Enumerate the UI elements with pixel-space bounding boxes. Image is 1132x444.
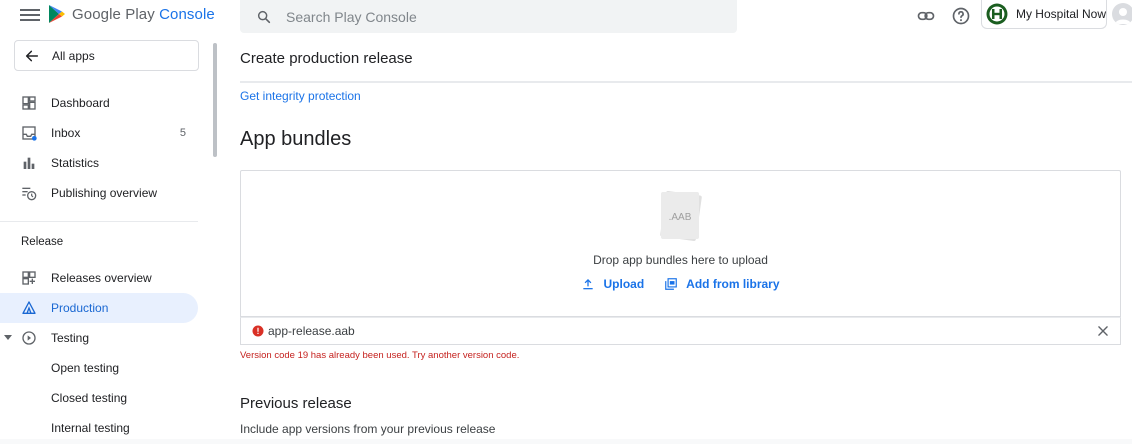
title-divider <box>240 81 1132 83</box>
bottom-scroll-edge <box>0 439 1132 444</box>
bar-chart-icon <box>23 157 35 169</box>
library-icon <box>665 278 677 290</box>
dashboard-icon <box>22 96 36 110</box>
production-icon <box>22 301 36 314</box>
sidebar-item-closed-testing[interactable]: Closed testing <box>0 383 198 413</box>
add-from-library-label: Add from library <box>686 277 780 291</box>
play-console-logo[interactable]: Google Play Console <box>48 4 215 24</box>
developer-logo-icon <box>986 3 1008 25</box>
inbox-icon <box>22 126 37 141</box>
page-title: Create production release <box>240 50 413 67</box>
expand-caret-icon[interactable] <box>4 335 12 340</box>
sidebar-item-label: Statistics <box>51 156 100 170</box>
previous-release-heading: Previous release <box>240 395 352 412</box>
publishing-icon <box>22 187 37 201</box>
drop-instructions: Drop app bundles here to upload <box>593 253 768 267</box>
arrow-back-icon <box>25 50 39 61</box>
upload-icon <box>583 279 594 290</box>
error-message: Version code 19 has already been used. T… <box>240 350 520 361</box>
drop-actions: Upload Add from library <box>241 277 1120 291</box>
add-from-library-button[interactable]: Add from library <box>664 277 780 291</box>
main-menu-button[interactable] <box>20 6 40 26</box>
upload-button[interactable]: Upload <box>581 277 644 291</box>
aab-file-icon: .AAB <box>660 190 702 242</box>
testing-icon <box>22 331 36 345</box>
developer-name: My Hospital Now <box>1015 7 1106 21</box>
account-avatar[interactable] <box>1112 3 1132 25</box>
sidebar-section-release: Release <box>21 236 64 248</box>
all-apps-button[interactable]: All apps <box>14 40 199 71</box>
sidebar-item-label: Publishing overview <box>51 186 158 200</box>
sidebar-item-label: Dashboard <box>51 96 110 110</box>
brand-name-console: Console <box>159 5 215 23</box>
developer-account-chip[interactable]: My Hospital Now <box>981 0 1107 29</box>
menu-icon-bar <box>20 14 40 16</box>
sidebar-item-label: Internal testing <box>51 421 130 435</box>
previous-release-description: Include app versions from your previous … <box>240 422 496 436</box>
app-bundles-heading: App bundles <box>240 128 352 150</box>
help-icon[interactable] <box>951 6 971 26</box>
close-icon[interactable] <box>1096 324 1110 338</box>
sidebar-scrollbar[interactable] <box>213 43 217 157</box>
brand-name-google-play: Google Play <box>72 5 155 23</box>
sidebar-item-inbox[interactable]: Inbox 5 <box>0 118 198 148</box>
sidebar-item-production[interactable]: Production <box>0 293 198 323</box>
sidebar-item-label: Production <box>51 301 109 315</box>
sidebar-item-open-testing[interactable]: Open testing <box>0 353 198 383</box>
sidebar-item-publishing-overview[interactable]: Publishing overview <box>0 178 198 208</box>
aab-file-label: .AAB <box>669 212 692 223</box>
sidebar-item-label: Closed testing <box>51 391 128 405</box>
releases-overview-icon <box>22 271 36 285</box>
brand-name: Google Play Console <box>72 6 215 23</box>
sidebar-divider <box>0 221 198 222</box>
sidebar-item-releases-overview[interactable]: Releases overview <box>0 263 198 293</box>
search-bar[interactable] <box>240 0 737 33</box>
search-icon <box>257 10 271 23</box>
sidebar-item-testing[interactable]: Testing <box>0 323 198 353</box>
sidebar-item-label: Releases overview <box>51 271 152 285</box>
inbox-count-badge: 5 <box>179 127 186 139</box>
menu-icon-bar <box>20 19 40 21</box>
uploaded-file-row: app-release.aab <box>240 317 1121 345</box>
sidebar-item-dashboard[interactable]: Dashboard <box>0 88 198 118</box>
error-icon <box>252 325 264 337</box>
bundle-drop-zone[interactable]: .AAB Drop app bundles here to upload Upl… <box>240 170 1121 317</box>
search-input[interactable] <box>286 8 686 25</box>
integrity-protection-link[interactable]: Get integrity protection <box>240 89 361 103</box>
all-apps-label: All apps <box>52 48 95 63</box>
sidebar-item-label: Open testing <box>51 361 120 375</box>
file-name: app-release.aab <box>268 324 355 338</box>
sidebar-item-label: Inbox <box>51 126 81 140</box>
link-icon[interactable] <box>916 6 936 26</box>
avatar-icon <box>1115 8 1131 24</box>
play-logo-icon <box>49 5 65 23</box>
menu-icon-bar <box>20 9 40 11</box>
sidebar-item-label: Testing <box>51 331 90 345</box>
sidebar-item-statistics[interactable]: Statistics <box>0 148 198 178</box>
upload-label: Upload <box>603 277 645 291</box>
